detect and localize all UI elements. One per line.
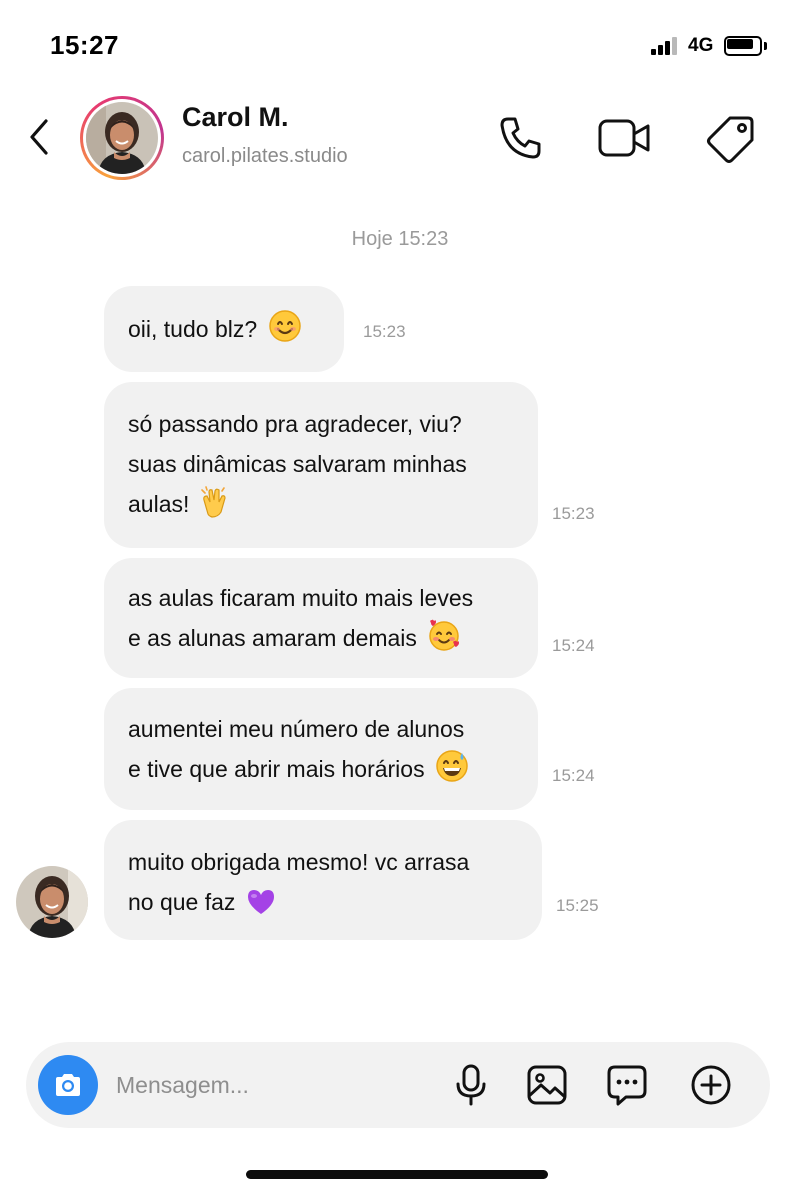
message-time: 15:24 xyxy=(552,636,595,655)
phone-icon xyxy=(500,117,541,159)
message-bubble[interactable]: muito obrigada mesmo! vc arrasa no que f… xyxy=(104,820,542,940)
signal-icon xyxy=(651,37,681,55)
clapping-hands-emoji xyxy=(200,486,230,530)
avatar-photo xyxy=(16,866,88,938)
battery-icon xyxy=(724,36,768,56)
message-time: 15:23 xyxy=(552,504,595,523)
plus-icon xyxy=(691,1065,731,1105)
call-button[interactable] xyxy=(494,112,546,164)
message-text: muito obrigada mesmo! vc arrasa xyxy=(128,849,470,875)
grin-sweat-emoji xyxy=(435,749,469,795)
date-divider: Hoje 15:23 xyxy=(351,228,449,250)
message-text: e as alunas amaram demais xyxy=(128,625,417,651)
message-text: aumentei meu número de alunos xyxy=(128,716,465,742)
contact-name[interactable]: Carol M. xyxy=(182,102,289,133)
status-bar: 15:27 4G xyxy=(0,0,800,80)
message-bubble[interactable]: só passando pra agradecer, viu? suas din… xyxy=(104,382,538,548)
sticker-button[interactable] xyxy=(604,1062,650,1108)
contact-avatar[interactable] xyxy=(80,96,164,180)
gallery-icon xyxy=(527,1065,567,1105)
home-indicator[interactable] xyxy=(246,1170,548,1179)
status-time: 15:27 xyxy=(50,30,119,60)
message-time: 15:24 xyxy=(552,766,595,785)
camera-icon xyxy=(56,1074,80,1096)
smiling-face-hearts-emoji xyxy=(427,618,461,664)
chat-screen: 15:27 4G Carol M. carol.pilates.studio H… xyxy=(0,0,800,1200)
message-time: 15:25 xyxy=(556,896,599,915)
tag-icon xyxy=(707,116,754,163)
message-text: e tive que abrir mais horários xyxy=(128,756,425,782)
message-bubble[interactable]: aumentei meu número de alunos e tive que… xyxy=(104,688,538,810)
message-text: no que faz xyxy=(128,889,236,915)
message-text: suas dinâmicas salvaram minhas xyxy=(128,451,467,477)
video-call-button[interactable] xyxy=(596,112,650,164)
message-text: oii, tudo blz? xyxy=(128,316,258,342)
sender-avatar[interactable] xyxy=(16,866,88,938)
network-label: 4G xyxy=(688,35,714,56)
message-time: 15:23 xyxy=(363,322,406,341)
message-text: as aulas ficaram muito mais leves xyxy=(128,585,474,611)
avatar-photo xyxy=(86,102,158,174)
chat-header: Carol M. carol.pilates.studio xyxy=(0,88,800,188)
purple-heart-emoji xyxy=(246,888,276,928)
message-composer xyxy=(26,1042,770,1128)
camera-button[interactable] xyxy=(38,1055,98,1115)
smile-emoji xyxy=(268,309,302,355)
sticker-icon xyxy=(607,1065,647,1106)
message-text: só passando pra agradecer, viu? xyxy=(128,411,462,437)
video-icon xyxy=(598,119,650,157)
add-button[interactable] xyxy=(688,1062,734,1108)
message-input[interactable] xyxy=(116,1064,426,1106)
tag-button[interactable] xyxy=(706,112,758,164)
message-text: aulas! xyxy=(128,491,190,517)
message-bubble[interactable]: oii, tudo blz? xyxy=(104,286,344,372)
back-arrow-icon xyxy=(30,119,48,155)
back-button[interactable] xyxy=(22,116,58,158)
contact-handle: carol.pilates.studio xyxy=(182,145,348,167)
voice-message-button[interactable] xyxy=(448,1062,494,1108)
microphone-icon xyxy=(456,1064,486,1106)
message-bubble[interactable]: as aulas ficaram muito mais leves e as a… xyxy=(104,558,538,678)
gallery-button[interactable] xyxy=(524,1062,570,1108)
